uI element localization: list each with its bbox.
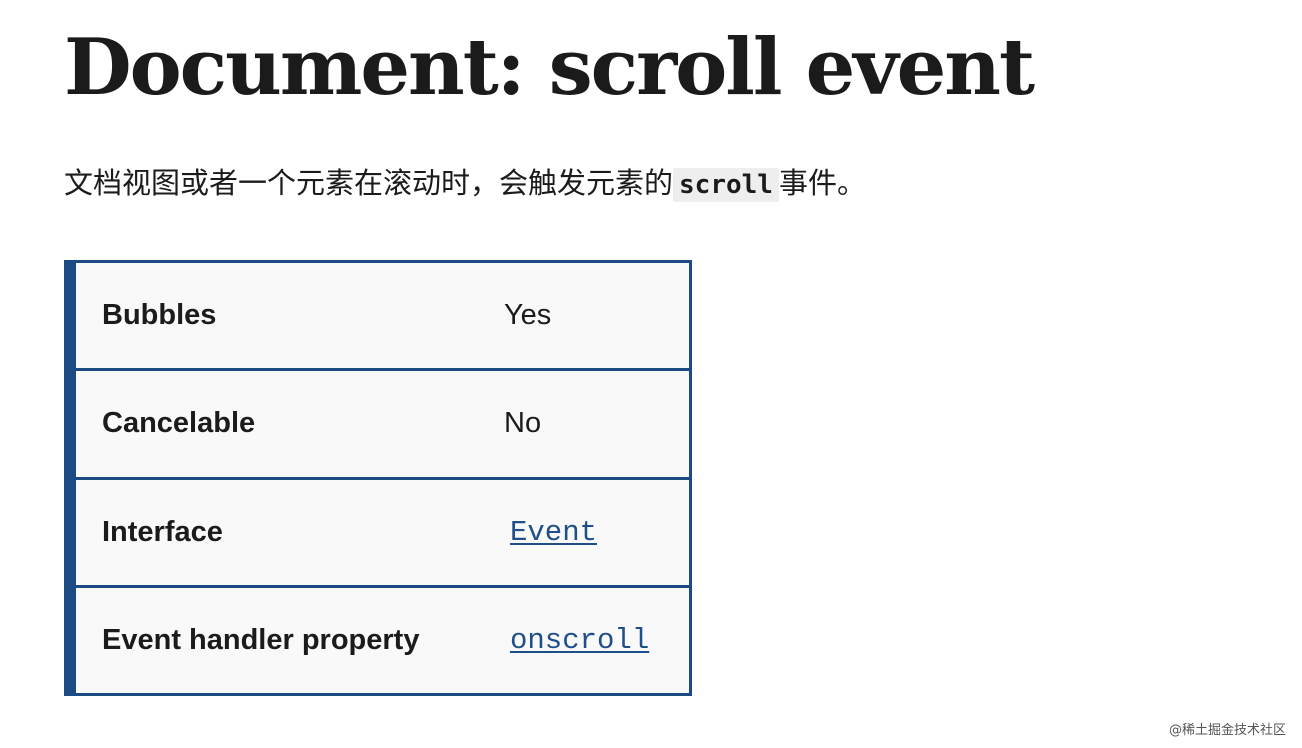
row-label: Event handler property <box>70 584 474 697</box>
table-row-bubbles: Bubbles Yes <box>70 259 692 372</box>
row-label: Bubbles <box>70 259 474 372</box>
event-interface-link[interactable]: Event <box>504 516 597 549</box>
table-row-cancelable: Cancelable No <box>70 368 692 480</box>
event-properties-table: Bubbles Yes Cancelable No Interface Even… <box>64 259 692 697</box>
row-value-cell: Event <box>474 476 692 588</box>
inline-code-scroll: scroll <box>673 168 779 202</box>
row-value: Yes <box>474 259 692 372</box>
intro-paragraph: 文档视图或者一个元素在滚动时，会触发元素的 scroll 事件。 <box>64 160 866 208</box>
intro-text-end: 事件。 <box>778 166 866 200</box>
row-label: Cancelable <box>70 368 474 480</box>
row-label: Interface <box>70 476 474 588</box>
row-value: No <box>474 368 692 480</box>
row-value-cell: onscroll <box>474 584 692 697</box>
table-row-event-handler: Event handler property onscroll <box>70 584 692 697</box>
page-title: Document: scroll event <box>64 22 1035 113</box>
intro-text: 文档视图或者一个元素在滚动时，会触发元素的 <box>64 166 674 200</box>
onscroll-link[interactable]: onscroll <box>504 624 649 657</box>
watermark: @稀土掘金技术社区 <box>1168 723 1286 738</box>
table-row-interface: Interface Event <box>70 476 692 588</box>
